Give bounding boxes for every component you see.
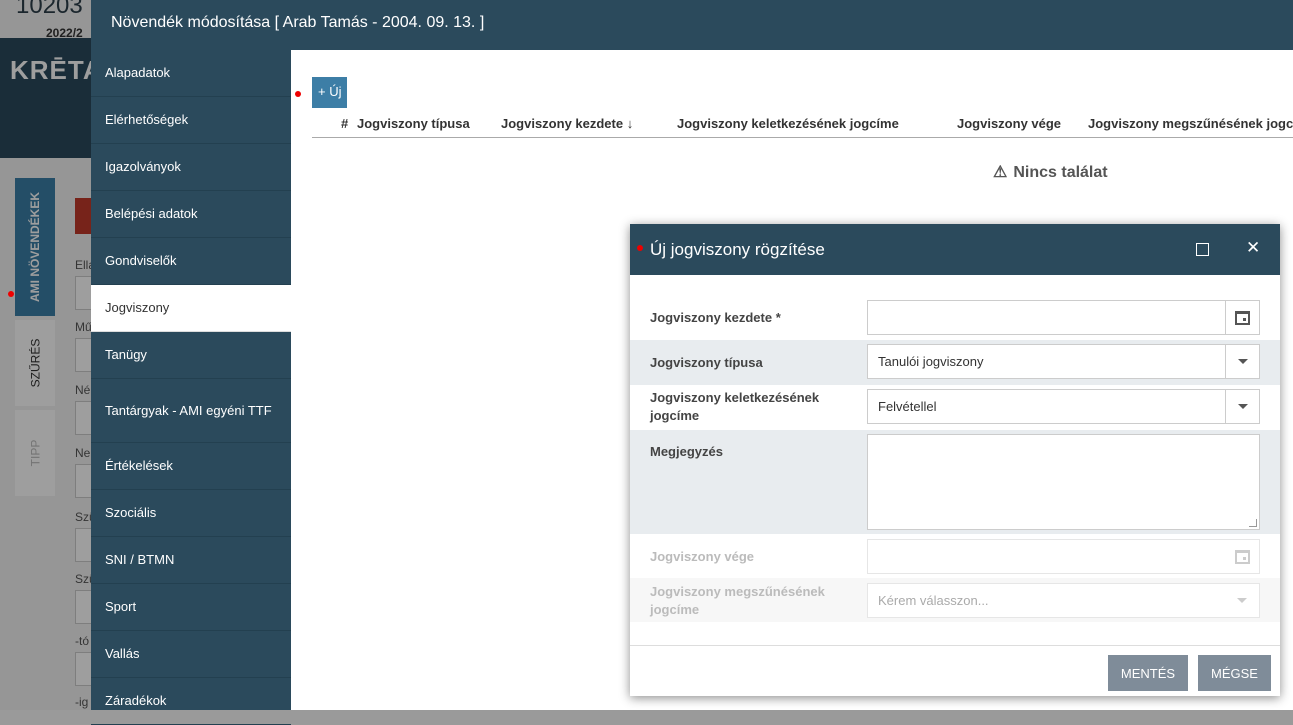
field-row-end-reason: Jogviszony megszűnésének jogcíme Kérem v…	[630, 578, 1280, 622]
chevron-down-icon	[1237, 359, 1248, 364]
sidebar-item-belepesi-adatok[interactable]: Belépési adatok	[91, 191, 291, 238]
end-reason-select[interactable]: Kérem válasszon...	[867, 583, 1260, 618]
marker-dot	[637, 245, 643, 251]
calendar-icon	[1234, 549, 1250, 564]
marker-dot	[295, 91, 301, 97]
sidebar-item-zaradekok[interactable]: Záradékok	[91, 678, 291, 725]
field-row-type: Jogviszony típusa Tanulói jogviszony	[630, 340, 1280, 385]
field-row-note: Megjegyzés	[630, 430, 1280, 534]
marker-dot	[8, 291, 14, 297]
type-label: Jogviszony típusa	[650, 355, 763, 370]
sidebar-item-szocialis[interactable]: Szociális	[91, 490, 291, 537]
sidebar-item-sni-btmn[interactable]: SNI / BTMN	[91, 537, 291, 584]
field-row-end: Jogviszony vége	[630, 534, 1280, 578]
end-reason-label: Jogviszony megszűnésének jogcíme	[650, 584, 825, 617]
calendar-button-disabled	[1225, 540, 1259, 573]
type-select[interactable]: Tanulói jogviszony	[867, 344, 1260, 379]
calendar-icon	[1235, 310, 1250, 325]
column-type[interactable]: Jogviszony típusa	[357, 116, 470, 131]
sidebar-item-tantargyak[interactable]: Tantárgyak - AMI egyéni TTF	[91, 379, 291, 443]
end-date-input[interactable]	[867, 539, 1260, 574]
dialog-header: Új jogviszony rögzítése	[630, 224, 1280, 275]
window-title: Növendék módosítása [ Arab Tamás - 2004.…	[91, 0, 1293, 50]
new-jogviszony-dialog: Új jogviszony rögzítése ✕ Jogviszony kez…	[630, 224, 1280, 696]
grid-header: # Jogviszony típusa Jogviszony kezdete ↓…	[312, 110, 1293, 138]
cancel-button[interactable]: MÉGSE	[1198, 655, 1271, 691]
origin-dropdown-button[interactable]	[1225, 390, 1259, 423]
warning-icon: ⚠	[993, 164, 1008, 181]
sidebar-item-vallas[interactable]: Vallás	[91, 631, 291, 678]
column-number[interactable]: #	[341, 116, 348, 131]
sidebar: Alapadatok Elérhetőségek Igazolványok Be…	[91, 50, 291, 725]
save-button[interactable]: MENTÉS	[1108, 655, 1188, 691]
chevron-down-icon	[1237, 598, 1247, 603]
dialog-title: Új jogviszony rögzítése	[650, 240, 825, 259]
resize-grip-icon[interactable]	[1249, 519, 1257, 527]
sidebar-item-tanugy[interactable]: Tanügy	[91, 332, 291, 379]
start-label: Jogviszony kezdete *	[650, 310, 781, 325]
origin-select[interactable]: Felvétellel	[867, 389, 1260, 424]
end-label: Jogviszony vége	[650, 549, 755, 564]
sidebar-item-ertekelesek[interactable]: Értékelések	[91, 443, 291, 490]
no-result-text: Nincs találat	[1013, 164, 1108, 181]
calendar-button[interactable]	[1225, 301, 1259, 334]
close-icon[interactable]: ✕	[1246, 238, 1260, 258]
no-result-message: ⚠ Nincs találat	[993, 162, 1108, 182]
dialog-footer: MENTÉS MÉGSE	[630, 645, 1280, 696]
field-row-start: Jogviszony kezdete *	[630, 296, 1280, 340]
sidebar-item-sport[interactable]: Sport	[91, 584, 291, 631]
column-end-reason[interactable]: Jogviszony megszűnésének jogcím	[1088, 116, 1293, 131]
sidebar-item-jogviszony[interactable]: Jogviszony	[91, 285, 291, 332]
column-origin[interactable]: Jogviszony keletkezésének jogcíme	[677, 116, 899, 131]
sidebar-item-alapadatok[interactable]: Alapadatok	[91, 50, 291, 97]
note-label: Megjegyzés	[650, 444, 723, 459]
origin-label: Jogviszony keletkezésének jogcíme	[650, 390, 820, 423]
maximize-icon[interactable]	[1196, 243, 1209, 256]
column-start[interactable]: Jogviszony kezdete ↓	[501, 116, 633, 131]
column-end[interactable]: Jogviszony vége	[957, 116, 1061, 131]
note-textarea[interactable]	[867, 434, 1260, 530]
new-button[interactable]: + Új	[312, 77, 348, 108]
end-reason-dropdown-button	[1225, 584, 1259, 617]
field-row-origin: Jogviszony keletkezésének jogcíme Felvét…	[630, 385, 1280, 430]
sidebar-item-gondviselok[interactable]: Gondviselők	[91, 238, 291, 285]
start-date-input[interactable]	[867, 300, 1260, 335]
sidebar-item-igazolvanyok[interactable]: Igazolványok	[91, 144, 291, 191]
type-dropdown-button[interactable]	[1225, 345, 1259, 378]
sidebar-item-elerhetosegek[interactable]: Elérhetőségek	[91, 97, 291, 144]
chevron-down-icon	[1237, 404, 1248, 409]
